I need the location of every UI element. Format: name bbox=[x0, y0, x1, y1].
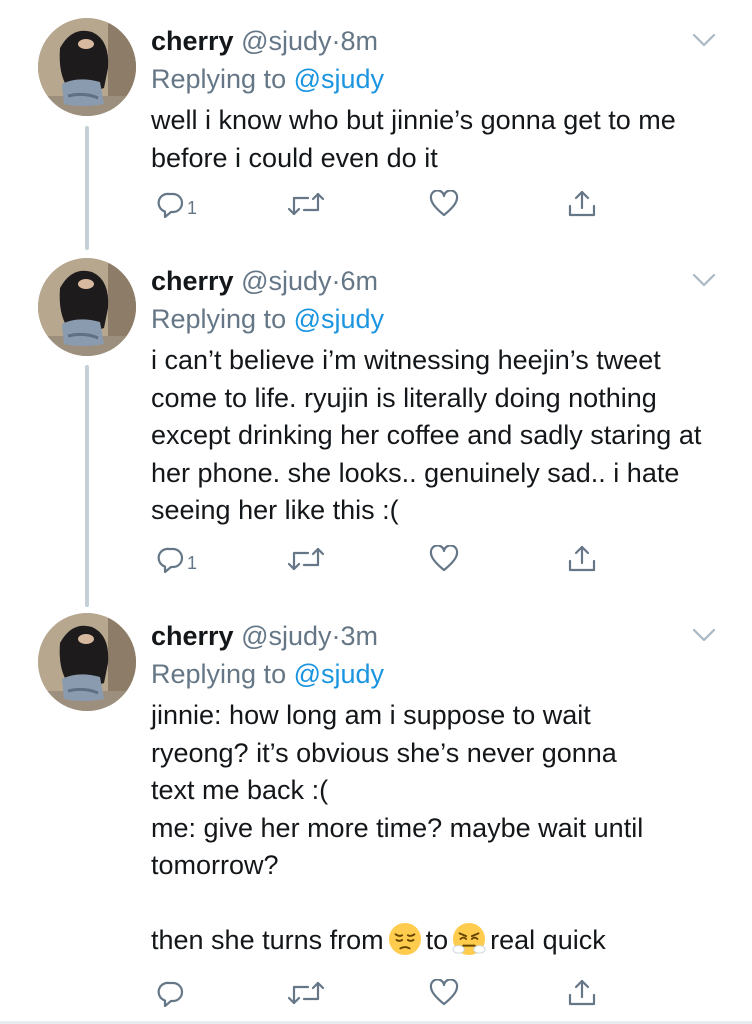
reply-button[interactable] bbox=[157, 975, 187, 1011]
retweet-icon bbox=[288, 981, 324, 1005]
reply-count: 1 bbox=[187, 552, 198, 573]
tweet-text: i can’t believe i’m witnessing heejin’s … bbox=[151, 342, 731, 530]
tweet-actions bbox=[0, 975, 752, 1015]
timestamp[interactable]: 8m bbox=[341, 26, 379, 56]
share-icon bbox=[568, 545, 596, 572]
retweet-button[interactable] bbox=[288, 541, 324, 577]
face-with-steam-from-nose-icon bbox=[452, 922, 486, 956]
reply-icon bbox=[157, 981, 184, 1007]
tweet-text: jinnie: how long am i suppose to wait ry… bbox=[151, 697, 731, 960]
tweet-header: cherry @sjudy·8m bbox=[151, 24, 378, 58]
replying-to-label: Replying to bbox=[151, 659, 287, 689]
timestamp[interactable]: 6m bbox=[341, 266, 379, 296]
replying-to-label: Replying to bbox=[151, 64, 287, 94]
avatar[interactable] bbox=[38, 613, 136, 711]
display-name[interactable]: cherry bbox=[151, 26, 234, 56]
tweet-text-line: ryeong? it’s obvious she’s never gonna bbox=[151, 737, 617, 768]
pensive-face-icon bbox=[388, 922, 421, 956]
like-button[interactable] bbox=[429, 541, 459, 577]
separator-dot: · bbox=[331, 26, 341, 56]
share-icon bbox=[568, 190, 596, 217]
mention-link[interactable]: @sjudy bbox=[294, 659, 384, 689]
tweet-actions: 1 bbox=[0, 186, 752, 226]
share-button[interactable] bbox=[567, 541, 597, 577]
avatar[interactable] bbox=[38, 18, 136, 116]
display-name[interactable]: cherry bbox=[151, 266, 234, 296]
retweet-button[interactable] bbox=[288, 975, 324, 1011]
tweet-header: cherry @sjudy·6m bbox=[151, 264, 378, 298]
retweet-icon bbox=[288, 192, 324, 216]
like-icon bbox=[429, 190, 459, 217]
like-icon bbox=[429, 979, 459, 1006]
chevron-down-icon[interactable] bbox=[692, 32, 716, 48]
user-handle[interactable]: @sjudy bbox=[241, 621, 331, 651]
user-handle[interactable]: @sjudy bbox=[241, 26, 331, 56]
tweet-actions: 1 bbox=[0, 541, 752, 581]
chevron-down-icon[interactable] bbox=[692, 627, 716, 643]
mention-link[interactable]: @sjudy bbox=[294, 64, 384, 94]
tweet-text-line: text me back :( bbox=[151, 775, 329, 805]
tweet-text-line: jinnie: how long am i suppose to wait bbox=[151, 700, 591, 730]
share-icon bbox=[568, 979, 596, 1006]
like-icon bbox=[429, 545, 459, 572]
tweet-text-line bbox=[151, 885, 731, 923]
mention-link[interactable]: @sjudy bbox=[294, 304, 384, 334]
tweet-2[interactable]: cherry @sjudy·6m Replying to @sjudy i ca… bbox=[0, 258, 752, 588]
like-button[interactable] bbox=[429, 975, 459, 1011]
replying-to: Replying to @sjudy bbox=[151, 62, 384, 96]
separator-dot: · bbox=[331, 266, 341, 296]
share-button[interactable] bbox=[567, 975, 597, 1011]
tweet-1[interactable]: cherry @sjudy·8m Replying to @sjudy well… bbox=[0, 18, 752, 238]
reply-button[interactable]: 1 bbox=[157, 186, 197, 222]
retweet-button[interactable] bbox=[288, 186, 324, 222]
user-handle[interactable]: @sjudy bbox=[241, 266, 331, 296]
like-button[interactable] bbox=[429, 186, 459, 222]
avatar[interactable] bbox=[38, 258, 136, 356]
reply-button[interactable]: 1 bbox=[157, 541, 197, 577]
retweet-icon bbox=[288, 547, 324, 571]
tweet-text-content: i can’t believe i’m witnessing heejin’s … bbox=[151, 345, 709, 525]
reply-icon bbox=[157, 192, 184, 218]
reply-count: 1 bbox=[187, 197, 198, 218]
tweet-text-line-with-emoji: then she turns from to real quick bbox=[151, 922, 731, 960]
tweet-text-segment: real quick bbox=[490, 925, 606, 955]
tweet-text-content: well i know who but jinnie’s gonna get t… bbox=[151, 105, 684, 173]
timestamp[interactable]: 3m bbox=[341, 621, 379, 651]
reply-icon bbox=[157, 547, 184, 573]
display-name[interactable]: cherry bbox=[151, 621, 234, 651]
share-button[interactable] bbox=[567, 186, 597, 222]
chevron-down-icon[interactable] bbox=[692, 272, 716, 288]
tweet-text-segment: then she turns from bbox=[151, 925, 384, 955]
separator-dot: · bbox=[331, 621, 341, 651]
tweet-text-line: tomorrow? bbox=[151, 850, 279, 880]
tweet-3[interactable]: cherry @sjudy·3m Replying to @sjudy jinn… bbox=[0, 613, 752, 1013]
replying-to-label: Replying to bbox=[151, 304, 287, 334]
tweet-text-segment: to bbox=[425, 925, 449, 955]
replying-to: Replying to @sjudy bbox=[151, 302, 384, 336]
tweet-header: cherry @sjudy·3m bbox=[151, 619, 378, 653]
tweet-text: well i know who but jinnie’s gonna get t… bbox=[151, 102, 731, 177]
replying-to: Replying to @sjudy bbox=[151, 657, 384, 691]
tweet-text-line: me: give her more time? maybe wait until bbox=[151, 812, 644, 843]
